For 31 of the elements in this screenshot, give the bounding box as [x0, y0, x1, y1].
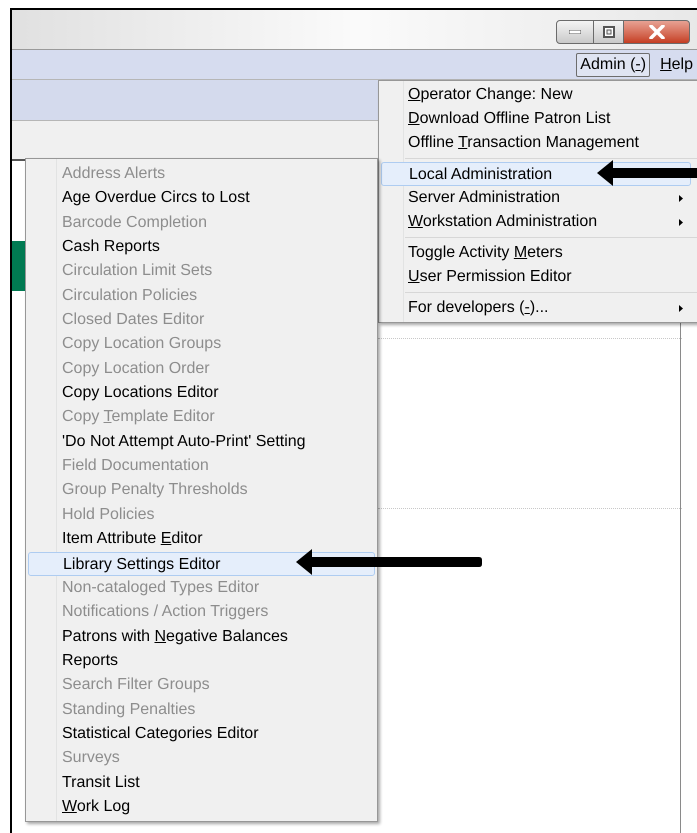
menu-item[interactable]: Statistical Categories Editor [28, 722, 375, 746]
submenu-arrow-icon [679, 195, 683, 202]
menu-item[interactable]: Transit List [28, 770, 375, 795]
menu-item[interactable]: User Permission Editor [381, 265, 691, 289]
menu-item[interactable]: Age Overdue Circs to Lost [28, 186, 375, 211]
restore-icon [602, 26, 614, 38]
menu-item[interactable]: Operator Change: New [381, 83, 691, 107]
menu-item[interactable]: Work Log [28, 794, 375, 820]
menu-item[interactable]: Reports [28, 648, 375, 674]
submenu-arrow-icon [679, 219, 683, 226]
menu-item[interactable]: Library Settings Editor [28, 552, 375, 576]
menu-item[interactable]: Offline Transaction Management [381, 131, 691, 155]
close-icon [648, 25, 664, 39]
status-stripe [12, 241, 25, 291]
menu-item[interactable]: For developers (-)... [381, 296, 691, 320]
menu-item[interactable]: Toggle Activity Meters [381, 241, 691, 265]
minimize-button[interactable] [556, 20, 594, 44]
menu-item[interactable]: Download Offline Patron List [381, 107, 691, 131]
minimize-icon [569, 30, 581, 34]
menu-item[interactable]: Cash Reports [28, 235, 375, 260]
menu-bar-item[interactable]: Admin (-) [576, 52, 650, 76]
menu-item[interactable]: Copy Locations Editor [28, 381, 375, 406]
menu-item[interactable]: Item Attribute Editor [28, 527, 375, 552]
menu-item[interactable]: Patrons with Negative Balances [28, 624, 375, 649]
close-button[interactable] [624, 20, 690, 44]
menu-item[interactable]: Server Administration [381, 186, 691, 210]
menu-item[interactable]: Workstation Administration [381, 210, 691, 234]
menu-bar-item[interactable]: Help [656, 52, 697, 76]
submenu-arrow-icon [679, 305, 683, 312]
menu-item[interactable]: 'Do Not Attempt Auto-Print' Setting [28, 430, 375, 454]
restore-button[interactable] [594, 20, 624, 44]
